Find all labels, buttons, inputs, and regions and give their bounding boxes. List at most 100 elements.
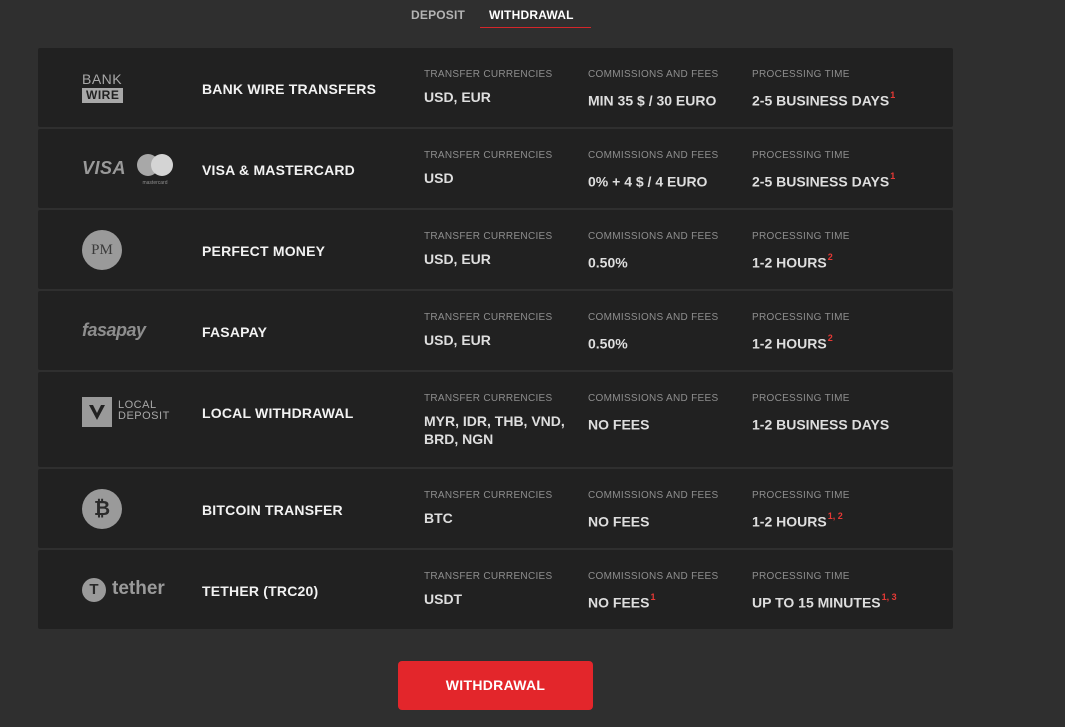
bank-logo-top: BANK xyxy=(82,71,123,87)
currencies-header: TRANSFER CURRENCIES xyxy=(424,571,553,582)
time-value: UP TO 15 MINUTES1, 3 xyxy=(752,590,942,612)
perfect-money-logo: PM xyxy=(82,230,182,270)
fees-footnote: 1 xyxy=(650,592,656,602)
time-footnote: 2 xyxy=(827,252,833,262)
time-header: PROCESSING TIME xyxy=(752,150,850,161)
table-row: T tether TETHER (TRC20) TRANSFER CURRENC… xyxy=(38,550,953,629)
time-cell: PROCESSING TIME 2-5 BUSINESS DAYS1 xyxy=(752,150,942,191)
currencies-value: BTC xyxy=(424,510,453,526)
visa-mastercard-logo: VISA mastercard xyxy=(82,149,182,189)
currencies-cell: TRANSFER CURRENCIES USD xyxy=(424,150,579,187)
time-cell: PROCESSING TIME 2-5 BUSINESS DAYS1 xyxy=(752,69,942,110)
method-name: FASAPAY xyxy=(202,324,268,340)
fees-text: NO FEES xyxy=(588,416,650,433)
tab-withdrawal[interactable]: WITHDRAWAL xyxy=(489,8,574,22)
time-text: 1-2 BUSINESS DAYS xyxy=(752,416,890,433)
table-row: LOCAL DEPOSIT LOCAL WITHDRAWAL TRANSFER … xyxy=(38,372,953,467)
time-text: 1-2 HOURS xyxy=(752,254,827,271)
time-cell: PROCESSING TIME 1-2 HOURS1, 2 xyxy=(752,490,942,531)
time-cell: PROCESSING TIME 1-2 HOURS2 xyxy=(752,231,942,272)
local-deposit-logo: LOCAL DEPOSIT xyxy=(82,392,182,432)
currencies-cell: TRANSFER CURRENCIES USDT xyxy=(424,571,579,608)
fees-header: COMMISSIONS AND FEES xyxy=(588,69,719,80)
fees-header: COMMISSIONS AND FEES xyxy=(588,312,719,323)
time-text: 1-2 HOURS xyxy=(752,513,827,530)
currencies-cell: TRANSFER CURRENCIES USD, EUR xyxy=(424,312,579,349)
time-value: 1-2 HOURS2 xyxy=(752,250,942,272)
active-tab-underline xyxy=(480,27,591,28)
fees-value: NO FEES xyxy=(588,509,748,531)
fasapay-logo: fasapay xyxy=(82,311,182,351)
fees-cell: COMMISSIONS AND FEES MIN 35 $ / 30 EURO xyxy=(588,69,748,110)
tether-logo-text: tether xyxy=(112,578,165,599)
withdrawal-button[interactable]: WITHDRAWAL xyxy=(398,661,593,710)
currencies-header: TRANSFER CURRENCIES xyxy=(424,231,553,242)
method-name: BITCOIN TRANSFER xyxy=(202,502,343,518)
fees-value: MIN 35 $ / 30 EURO xyxy=(588,88,748,110)
fees-header: COMMISSIONS AND FEES xyxy=(588,150,719,161)
currencies-header: TRANSFER CURRENCIES xyxy=(424,69,553,80)
time-header: PROCESSING TIME xyxy=(752,393,850,404)
fees-cell: COMMISSIONS AND FEES 0.50% xyxy=(588,231,748,272)
perfect-money-icon: PM xyxy=(82,230,122,270)
time-footnote: 1 xyxy=(890,90,896,100)
fees-text: NO FEES xyxy=(588,513,650,530)
tether-icon: T xyxy=(82,578,106,602)
currencies-cell: TRANSFER CURRENCIES BTC xyxy=(424,490,579,527)
local-deposit-icon xyxy=(82,397,112,427)
fees-cell: COMMISSIONS AND FEES NO FEES xyxy=(588,393,748,434)
fees-value: NO FEES xyxy=(588,412,748,434)
fees-text: 0.50% xyxy=(588,254,628,271)
local-deposit-text: LOCAL DEPOSIT xyxy=(118,400,170,422)
time-footnote: 2 xyxy=(827,333,833,343)
time-header: PROCESSING TIME xyxy=(752,69,850,80)
fees-header: COMMISSIONS AND FEES xyxy=(588,571,719,582)
tab-deposit[interactable]: DEPOSIT xyxy=(411,8,465,22)
table-row: VISA mastercard VISA & MASTERCARD TRANSF… xyxy=(38,129,953,208)
time-header: PROCESSING TIME xyxy=(752,571,850,582)
table-row: ₿ BITCOIN TRANSFER TRANSFER CURRENCIES B… xyxy=(38,469,953,548)
fees-text: 0.50% xyxy=(588,335,628,352)
bitcoin-logo: ₿ xyxy=(82,489,182,529)
time-value: 2-5 BUSINESS DAYS1 xyxy=(752,169,942,191)
fees-text: MIN 35 $ / 30 EURO xyxy=(588,92,717,109)
bank-logo-bottom: WIRE xyxy=(82,88,124,103)
mastercard-icon: mastercard xyxy=(137,154,173,186)
table-row: BANK WIRE BANK WIRE TRANSFERS TRANSFER C… xyxy=(38,48,953,127)
time-cell: PROCESSING TIME 1-2 BUSINESS DAYS xyxy=(752,393,942,434)
currencies-value: USD, EUR xyxy=(424,332,491,348)
time-cell: PROCESSING TIME 1-2 HOURS2 xyxy=(752,312,942,353)
time-header: PROCESSING TIME xyxy=(752,490,850,501)
table-row: PM PERFECT MONEY TRANSFER CURRENCIES USD… xyxy=(38,210,953,289)
currencies-value: USD, EUR xyxy=(424,89,491,105)
fees-value: 0.50% xyxy=(588,331,748,353)
currencies-cell: TRANSFER CURRENCIES USD, EUR xyxy=(424,231,579,268)
fees-header: COMMISSIONS AND FEES xyxy=(588,490,719,501)
currencies-value: USD xyxy=(424,170,454,186)
method-name: BANK WIRE TRANSFERS xyxy=(202,81,377,97)
fees-header: COMMISSIONS AND FEES xyxy=(588,393,719,404)
currencies-header: TRANSFER CURRENCIES xyxy=(424,490,553,501)
fees-text: 0% + 4 $ / 4 EURO xyxy=(588,173,708,190)
fasapay-logo-text: fasapay xyxy=(82,320,146,340)
fees-cell: COMMISSIONS AND FEES 0.50% xyxy=(588,312,748,353)
fees-cell: COMMISSIONS AND FEES NO FEES xyxy=(588,490,748,531)
currencies-value: USDT xyxy=(424,591,463,607)
time-header: PROCESSING TIME xyxy=(752,312,850,323)
time-footnote: 1, 2 xyxy=(827,511,843,521)
currencies-header: TRANSFER CURRENCIES xyxy=(424,312,553,323)
method-name: LOCAL WITHDRAWAL xyxy=(202,405,354,421)
fees-value: 0% + 4 $ / 4 EURO xyxy=(588,169,748,191)
time-value: 1-2 HOURS2 xyxy=(752,331,942,353)
currencies-header: TRANSFER CURRENCIES xyxy=(424,150,553,161)
fees-value: NO FEES1 xyxy=(588,590,748,612)
fees-cell: COMMISSIONS AND FEES NO FEES1 xyxy=(588,571,748,612)
currencies-header: TRANSFER CURRENCIES xyxy=(424,393,553,404)
time-value: 2-5 BUSINESS DAYS1 xyxy=(752,88,942,110)
currencies-cell: TRANSFER CURRENCIES MYR, IDR, THB, VND, … xyxy=(424,393,579,448)
time-value: 1-2 BUSINESS DAYS xyxy=(752,412,942,434)
fees-text: NO FEES xyxy=(588,594,650,611)
time-footnote: 1 xyxy=(890,171,896,181)
method-name: PERFECT MONEY xyxy=(202,243,326,259)
time-text: 2-5 BUSINESS DAYS xyxy=(752,173,890,190)
